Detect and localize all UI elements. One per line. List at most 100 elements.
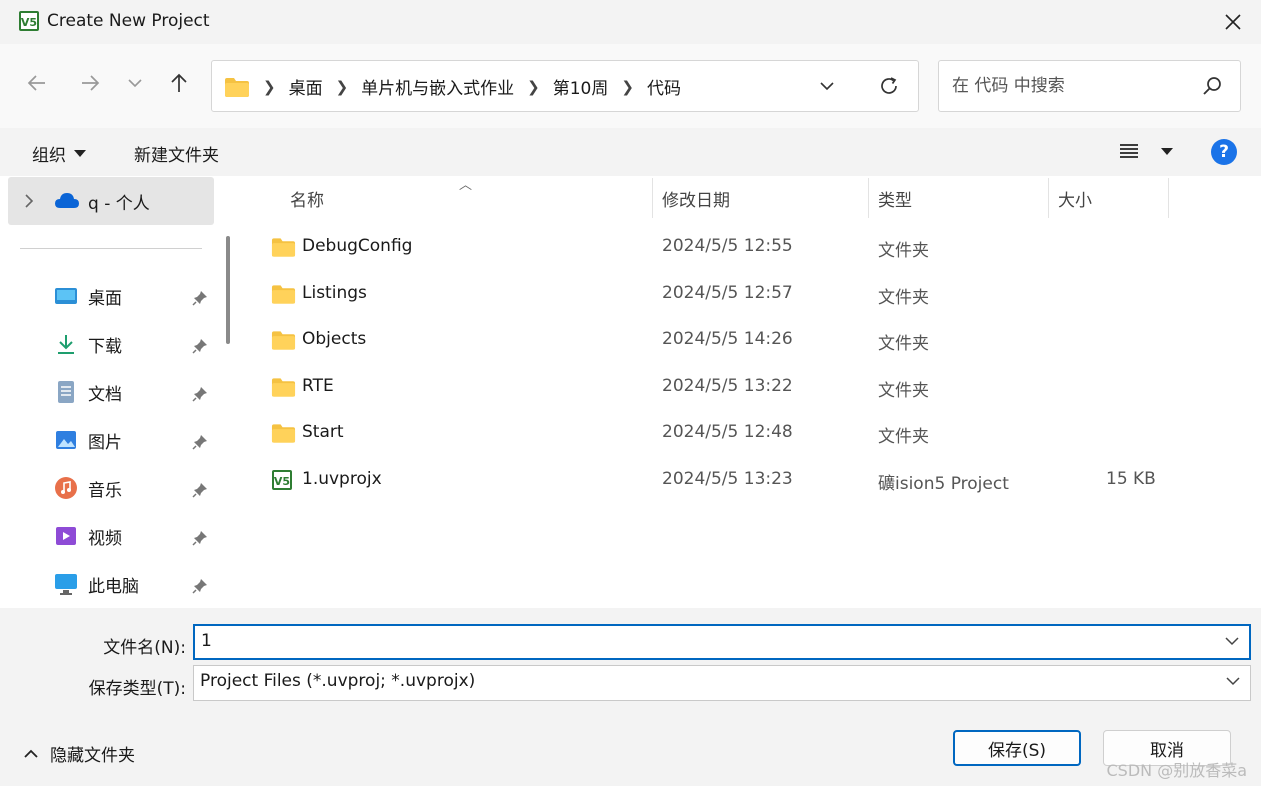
column-header-type[interactable]: 类型 (878, 186, 912, 211)
file-name: Objects (302, 329, 367, 349)
documents-icon (54, 380, 78, 404)
up-button[interactable] (164, 68, 194, 98)
address-history-button[interactable] (820, 76, 834, 96)
view-options-button[interactable] (1119, 142, 1173, 160)
window-title: Create New Project (47, 11, 210, 31)
column-header-modified[interactable]: 修改日期 (662, 186, 730, 211)
folder-icon (271, 424, 296, 443)
chevron-right-icon (25, 194, 34, 208)
chevron-down-icon[interactable] (1225, 636, 1239, 646)
file-name: DebugConfig (302, 236, 413, 256)
back-button[interactable] (22, 68, 52, 98)
close-button[interactable] (1219, 8, 1247, 36)
breadcrumb-item[interactable]: 第10周 (553, 74, 609, 99)
file-row[interactable]: RTE 2024/5/5 13:22 文件夹 (241, 366, 1261, 410)
column-divider[interactable] (652, 178, 653, 218)
breadcrumb-separator: ❯ (527, 77, 540, 96)
arrow-left-icon (27, 75, 45, 91)
file-size: 15 KB (1106, 469, 1156, 489)
pin-icon[interactable] (192, 434, 208, 450)
organize-menu[interactable]: 组织 (32, 141, 86, 166)
watermark-text: CSDN @别放香菜a (1106, 761, 1247, 780)
file-type: 文件夹 (878, 241, 929, 261)
help-icon[interactable]: ? (1211, 139, 1237, 165)
recent-locations-button[interactable] (120, 68, 150, 98)
breadcrumb-item[interactable]: 代码 (647, 74, 681, 99)
sidebar-scrollbar[interactable] (226, 236, 230, 344)
folder-icon (271, 331, 296, 350)
arrow-right-icon (82, 75, 100, 91)
list-view-icon (1120, 144, 1138, 158)
file-row[interactable]: DebugConfig 2024/5/5 12:55 文件夹 (241, 226, 1261, 270)
sort-ascending-icon: ︿ (459, 178, 473, 193)
pin-icon[interactable] (192, 578, 208, 594)
chevron-down-icon (820, 82, 834, 91)
breadcrumb-item[interactable]: 桌面 (289, 74, 323, 99)
pin-icon[interactable] (192, 482, 208, 498)
sidebar-item-label: 音乐 (88, 480, 122, 501)
computer-icon (54, 572, 78, 596)
file-name: RTE (302, 376, 334, 396)
breadcrumb-separator: ❯ (335, 77, 349, 96)
refresh-icon (881, 77, 897, 94)
chevron-down-icon[interactable] (1226, 676, 1240, 686)
column-divider[interactable] (868, 178, 869, 218)
filename-combobox[interactable] (193, 624, 1251, 660)
desktop-icon (54, 284, 78, 308)
filename-input[interactable] (201, 631, 1201, 651)
pin-icon[interactable] (192, 338, 208, 354)
file-modified: 2024/5/5 13:23 (662, 469, 793, 489)
new-folder-label: 新建文件夹 (134, 146, 219, 166)
music-icon (54, 476, 78, 500)
filetype-select[interactable]: Project Files (*.uvproj; *.uvprojx) (193, 665, 1251, 701)
forward-button[interactable] (75, 68, 105, 98)
search-input[interactable] (952, 74, 1192, 98)
uvision-app-icon: V5 (18, 10, 40, 32)
file-row[interactable]: V5 1.uvprojx 2024/5/5 13:23 礦ision5 Proj… (241, 459, 1261, 503)
sidebar-item-onedrive[interactable]: q - 个人 (8, 177, 214, 225)
address-bar[interactable]: ❯ 桌面 ❯ 单片机与嵌入式作业 ❯ 第10周 ❯ 代码 (211, 60, 919, 112)
file-name: 1.uvprojx (302, 469, 382, 489)
sidebar-item-label: 图片 (88, 432, 122, 453)
column-divider[interactable] (1048, 178, 1049, 218)
file-row[interactable]: Listings 2024/5/5 12:57 文件夹 (241, 273, 1261, 317)
save-button[interactable]: 保存(S) (953, 730, 1081, 766)
file-modified: 2024/5/5 13:22 (662, 376, 793, 396)
pin-icon[interactable] (192, 290, 208, 306)
pictures-icon (54, 428, 78, 452)
file-modified: 2024/5/5 12:48 (662, 422, 793, 442)
pin-icon[interactable] (192, 386, 208, 402)
file-name: Start (302, 422, 344, 442)
file-type: 文件夹 (878, 334, 929, 354)
svg-text:V5: V5 (21, 16, 37, 29)
download-icon (54, 332, 78, 356)
sidebar-item-label: 下载 (88, 336, 122, 357)
search-box (938, 60, 1241, 112)
sidebar-item-label: 文档 (88, 384, 122, 405)
refresh-button[interactable] (878, 75, 900, 102)
sidebar-item-label: q - 个人 (88, 194, 150, 214)
file-row[interactable]: Start 2024/5/5 12:48 文件夹 (241, 412, 1261, 456)
sidebar-item-label: 此电脑 (88, 576, 139, 597)
file-row[interactable]: Objects 2024/5/5 14:26 文件夹 (241, 319, 1261, 363)
organize-label: 组织 (32, 146, 66, 166)
sidebar-item-label: 视频 (88, 528, 122, 549)
sidebar-divider (20, 248, 202, 249)
sidebar-item-label: 桌面 (88, 288, 122, 309)
column-header-name[interactable]: 名称 (290, 186, 324, 211)
column-divider[interactable] (1168, 178, 1169, 218)
uvision-project-icon: V5 (272, 470, 292, 490)
breadcrumb-item[interactable]: 单片机与嵌入式作业 (361, 74, 514, 99)
file-modified: 2024/5/5 12:57 (662, 283, 793, 303)
title-bar: V5 Create New Project (0, 0, 1261, 44)
hide-folders-label: 隐藏文件夹 (50, 746, 135, 766)
chevron-down-icon (128, 79, 142, 88)
search-icon[interactable] (1202, 76, 1222, 101)
filetype-label: 保存类型(T): (88, 679, 186, 699)
column-header-size[interactable]: 大小 (1058, 186, 1092, 211)
pin-icon[interactable] (192, 530, 208, 546)
hide-folders-toggle[interactable]: 隐藏文件夹 (24, 741, 135, 766)
svg-text:V5: V5 (274, 475, 290, 488)
new-folder-button[interactable]: 新建文件夹 (134, 141, 219, 166)
filetype-value: Project Files (*.uvproj; *.uvprojx) (200, 671, 476, 691)
